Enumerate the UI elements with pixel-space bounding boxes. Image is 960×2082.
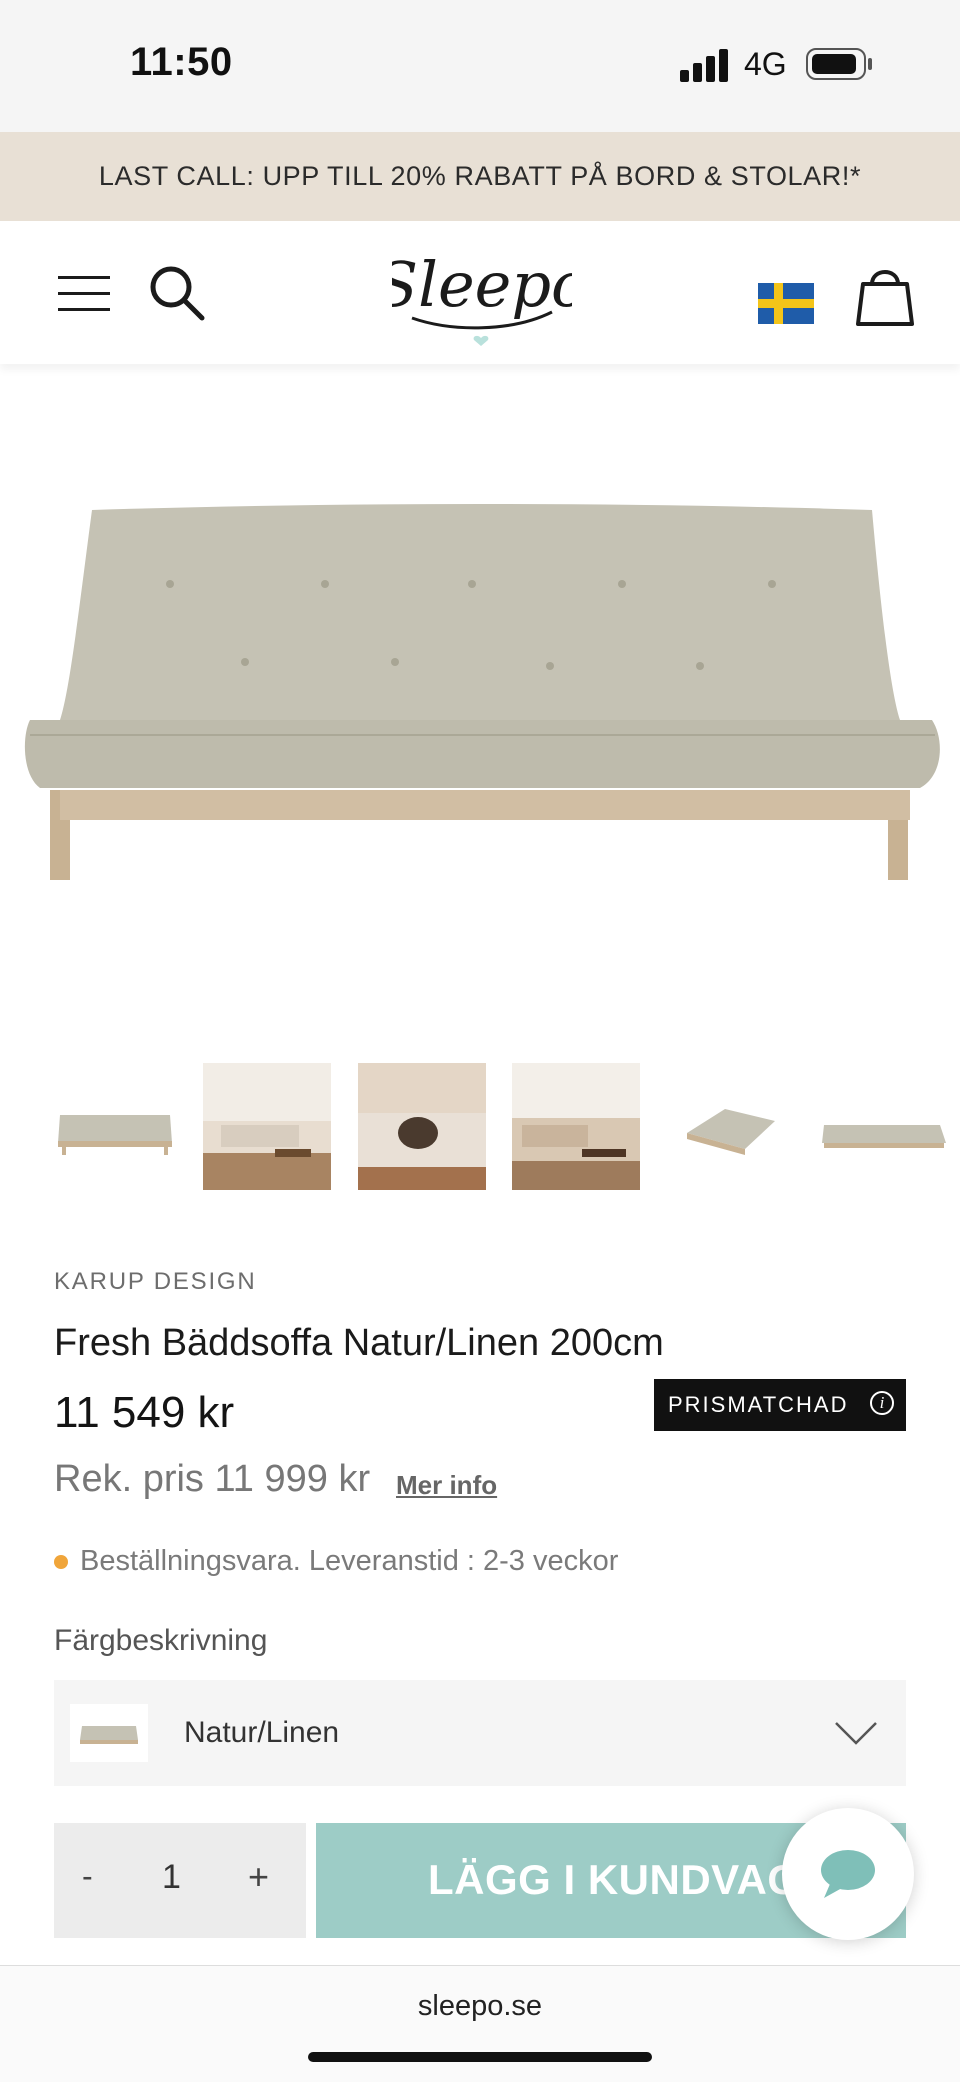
logo-text: Sleepo <box>392 248 572 321</box>
stock-status-dot-icon <box>54 1555 68 1569</box>
recommended-price: Rek. pris 11 999 kr <box>54 1458 371 1500</box>
thumbnail-1[interactable] <box>52 1063 180 1190</box>
color-swatch-thumbnail <box>70 1704 148 1762</box>
search-icon[interactable] <box>148 264 206 322</box>
promo-banner[interactable]: LAST CALL: UPP TILL 20% RABATT PÅ BORD &… <box>0 132 960 221</box>
browser-domain[interactable]: sleepo.se <box>0 1990 960 2023</box>
color-select-label: Färgbeskrivning <box>54 1624 268 1657</box>
home-indicator <box>308 2052 652 2062</box>
stock-status-text: Beställningsvara. Leveranstid : 2-3 veck… <box>80 1545 619 1577</box>
product-image[interactable] <box>20 490 945 900</box>
quantity-decrease-button[interactable]: - <box>82 1858 93 1895</box>
chat-button[interactable] <box>782 1808 914 1940</box>
product-brand[interactable]: KARUP DESIGN <box>54 1268 257 1296</box>
cart-icon[interactable] <box>856 262 914 328</box>
browser-address-bar[interactable] <box>0 1965 960 2082</box>
add-to-cart-label: LÄGG I KUNDVAGN <box>428 1856 832 1903</box>
sleepo-logo[interactable]: Sleepo <box>392 236 572 354</box>
price-match-label: PRISMATCHAD <box>668 1392 849 1417</box>
product-title: Fresh Bäddsoffa Natur/Linen 200cm <box>54 1322 664 1364</box>
product-price: 11 549 kr <box>54 1388 235 1437</box>
clock-time: 11:50 <box>130 40 233 84</box>
thumbnail-4[interactable] <box>512 1063 640 1190</box>
menu-icon[interactable] <box>58 276 110 312</box>
network-type: 4G <box>744 46 787 82</box>
color-select[interactable] <box>54 1680 906 1786</box>
thumbnail-2[interactable] <box>203 1063 331 1190</box>
thumbnail-3[interactable] <box>358 1063 486 1190</box>
sweden-flag-icon[interactable] <box>758 283 814 324</box>
chevron-down-icon[interactable] <box>834 1720 878 1746</box>
thumbnail-5[interactable] <box>667 1063 795 1190</box>
price-match-badge[interactable]: PRISMATCHAD i <box>654 1379 906 1431</box>
chat-bubble-icon <box>821 1850 875 1898</box>
info-icon[interactable]: i <box>870 1391 894 1415</box>
signal-bars-icon <box>680 48 730 82</box>
more-info-link[interactable]: Mer info <box>396 1470 497 1501</box>
thumbnail-6[interactable] <box>820 1063 948 1190</box>
quantity-value[interactable]: 1 <box>162 1858 181 1897</box>
promo-text: LAST CALL: UPP TILL 20% RABATT PÅ BORD &… <box>98 161 862 191</box>
quantity-increase-button[interactable]: + <box>248 1856 269 1898</box>
color-select-value: Natur/Linen <box>184 1716 340 1749</box>
battery-icon <box>806 48 872 80</box>
